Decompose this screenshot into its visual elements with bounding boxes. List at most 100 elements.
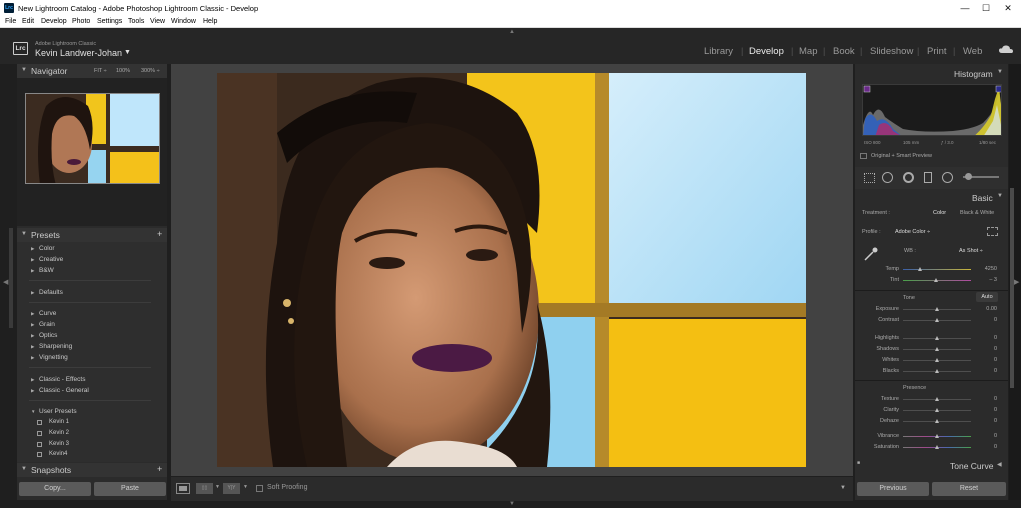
clarity-value[interactable]: 0 (975, 407, 997, 413)
texture-value[interactable]: 0 (975, 396, 997, 402)
zoom-100[interactable]: 100% (116, 68, 130, 74)
before-after-icon[interactable]: ▯▯ (196, 483, 213, 494)
zoom-fit[interactable]: FIT ÷ (94, 68, 107, 74)
blacks-slider-knob[interactable] (935, 369, 939, 373)
menu-help[interactable]: Help (203, 18, 217, 25)
crop-tool-icon[interactable] (864, 173, 875, 183)
toolbar-options-icon[interactable]: ▼ (840, 485, 846, 491)
shadows-slider-knob[interactable] (935, 347, 939, 351)
temp-value[interactable]: 4250 (975, 266, 997, 272)
module-library[interactable]: Library (704, 46, 733, 57)
collapse-triangle-icon[interactable]: ▼ (997, 69, 1003, 75)
saturation-slider-knob[interactable] (935, 445, 939, 449)
whites-value[interactable]: 0 (975, 357, 997, 363)
texture-slider-knob[interactable] (935, 397, 939, 401)
radial-filter-icon[interactable] (942, 172, 953, 183)
profile-select[interactable]: Adobe Color ÷ (895, 229, 930, 235)
before-after-split-icon[interactable]: Y|Y (223, 483, 240, 494)
add-snapshot-icon[interactable]: + (157, 464, 162, 474)
wb-eyedropper-icon[interactable] (863, 246, 879, 262)
exposure-value[interactable]: 0.00 (975, 306, 997, 312)
red-eye-icon[interactable] (903, 172, 914, 183)
tint-value[interactable]: – 3 (975, 277, 997, 283)
before-after-dropdown-icon[interactable]: ▼ (215, 484, 220, 490)
menu-window[interactable]: Window (171, 18, 196, 25)
left-scrollbar[interactable] (9, 228, 13, 328)
minimize-button[interactable]: — (958, 2, 972, 14)
vibrance-slider-knob[interactable] (935, 434, 939, 438)
module-web[interactable]: Web (963, 46, 982, 57)
navigator-thumbnail[interactable] (25, 93, 160, 184)
cloud-sync-icon[interactable] (999, 45, 1013, 54)
previous-button[interactable]: Previous (857, 482, 929, 496)
adjustment-brush-icon[interactable] (965, 173, 972, 180)
left-panel-toggle-icon[interactable]: ◀ (3, 278, 8, 286)
graduated-filter-icon[interactable] (924, 172, 932, 183)
snapshots-header[interactable]: ▼ Snapshots + (17, 463, 167, 477)
menu-tools[interactable]: Tools (128, 18, 144, 25)
shadows-value[interactable]: 0 (975, 346, 997, 352)
clarity-slider-knob[interactable] (935, 408, 939, 412)
menu-file[interactable]: File (5, 18, 16, 25)
whites-slider-knob[interactable] (935, 358, 939, 362)
vibrance-value[interactable]: 0 (975, 433, 997, 439)
module-print[interactable]: Print (927, 46, 947, 57)
collapse-triangle-icon[interactable]: ▼ (997, 193, 1003, 199)
basic-header[interactable]: Basic ▼ (855, 191, 1008, 205)
tone-curve-header[interactable]: ■ Tone Curve ◀ (855, 459, 1008, 473)
spot-removal-icon[interactable] (882, 172, 893, 183)
menu-settings[interactable]: Settings (97, 18, 122, 25)
zoom-custom[interactable]: 300% ÷ (141, 68, 160, 74)
close-button[interactable]: ✕ (1001, 2, 1015, 14)
profile-browser-icon[interactable] (987, 227, 998, 236)
tint-slider-knob[interactable] (933, 278, 938, 282)
top-panel-toggle-icon[interactable]: ▲ (509, 29, 515, 35)
smart-preview-icon[interactable] (860, 153, 867, 159)
copy-button[interactable]: Copy... (19, 482, 91, 496)
blacks-value[interactable]: 0 (975, 368, 997, 374)
right-panel-toggle-icon[interactable]: ▶ (1014, 278, 1019, 286)
exposure-slider-knob[interactable] (935, 307, 939, 311)
collapse-triangle-icon[interactable]: ▼ (21, 67, 27, 73)
menu-develop[interactable]: Develop (41, 18, 67, 25)
maximize-button[interactable]: ☐ (979, 2, 993, 14)
collapse-triangle-icon[interactable]: ▼ (21, 231, 27, 237)
loupe-view-icon[interactable] (176, 483, 190, 494)
saturation-value[interactable]: 0 (975, 444, 997, 450)
temp-slider-knob[interactable] (918, 267, 922, 271)
treatment-color[interactable]: Color (933, 210, 946, 216)
auto-tone-button[interactable]: Auto (976, 292, 998, 302)
collapse-triangle-icon[interactable]: ◀ (997, 461, 1002, 468)
add-preset-icon[interactable]: + (157, 229, 162, 239)
histogram-header[interactable]: Histogram ▼ (855, 67, 1008, 81)
contrast-value[interactable]: 0 (975, 317, 997, 323)
soft-proofing-checkbox[interactable] (256, 485, 263, 492)
paste-button[interactable]: Paste (94, 482, 166, 496)
user-name[interactable]: Kevin Landwer-Johan (35, 48, 122, 58)
reset-button[interactable]: Reset (932, 482, 1006, 496)
dehaze-slider-knob[interactable] (935, 419, 939, 423)
menu-view[interactable]: View (150, 18, 165, 25)
panel-switch-icon[interactable]: ■ (857, 460, 860, 466)
module-book[interactable]: Book (833, 46, 855, 57)
module-develop[interactable]: Develop (749, 46, 784, 57)
highlights-slider-knob[interactable] (935, 336, 939, 340)
treatment-bw[interactable]: Black & White (960, 210, 994, 216)
temp-track[interactable] (903, 269, 971, 270)
menu-photo[interactable]: Photo (72, 18, 90, 25)
dehaze-value[interactable]: 0 (975, 418, 997, 424)
split-dropdown-icon[interactable]: ▼ (243, 484, 248, 490)
navigator-header[interactable]: ▼ Navigator FIT ÷ 100% 300% ÷ (17, 64, 167, 78)
presets-header[interactable]: ▼ Presets + (17, 228, 167, 242)
contrast-slider-knob[interactable] (935, 318, 939, 322)
identity-dropdown-icon[interactable]: ▼ (124, 49, 131, 56)
module-slideshow[interactable]: Slideshow (870, 46, 913, 57)
collapse-triangle-icon[interactable]: ▼ (21, 466, 27, 472)
image-canvas[interactable] (171, 64, 853, 476)
right-scrollbar[interactable] (1010, 188, 1014, 388)
module-map[interactable]: Map (799, 46, 817, 57)
bottom-panel-toggle-icon[interactable]: ▼ (509, 501, 515, 507)
menu-edit[interactable]: Edit (22, 18, 34, 25)
highlights-value[interactable]: 0 (975, 335, 997, 341)
wb-select[interactable]: As Shot ÷ (959, 248, 983, 254)
